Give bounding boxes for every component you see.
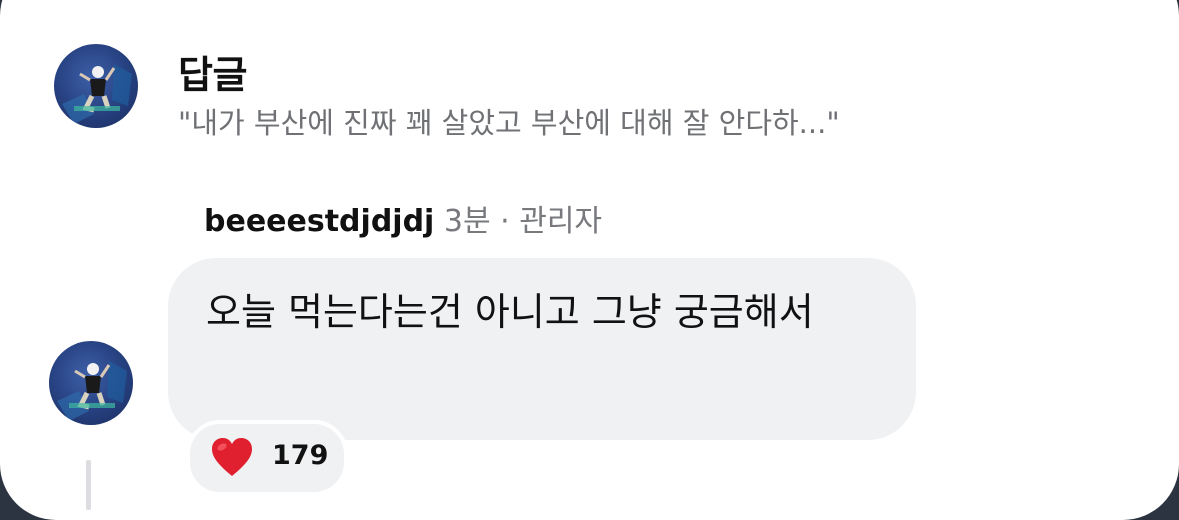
reply-avatar[interactable]: [49, 341, 133, 425]
original-comment-quote[interactable]: "내가 부산에 진짜 꽤 살았고 부산에 대해 잘 안다하...": [178, 100, 840, 142]
reply-username[interactable]: beeeestdjdjdj: [204, 204, 434, 239]
avatar-image: [57, 361, 127, 421]
reply-text: 오늘 먹는다는건 아니고 그냥 궁금해서: [206, 290, 814, 334]
reply-meta: beeeestdjdjdj 3분 · 관리자: [204, 196, 602, 240]
reply-time: 3분: [443, 204, 491, 239]
heart-icon: [210, 436, 254, 482]
reply-bubble[interactable]: 오늘 먹는다는건 아니고 그냥 궁금해서: [168, 258, 916, 440]
thread-line: [86, 460, 91, 510]
reaction-count: 179: [272, 440, 329, 471]
page-title: 답글: [178, 53, 247, 97]
avatar[interactable]: [54, 44, 138, 128]
meta-separator: ·: [500, 204, 510, 239]
avatar-image: [62, 64, 132, 124]
reaction-badge[interactable]: 179: [186, 420, 348, 496]
reply-role-badge: 관리자: [519, 204, 603, 239]
